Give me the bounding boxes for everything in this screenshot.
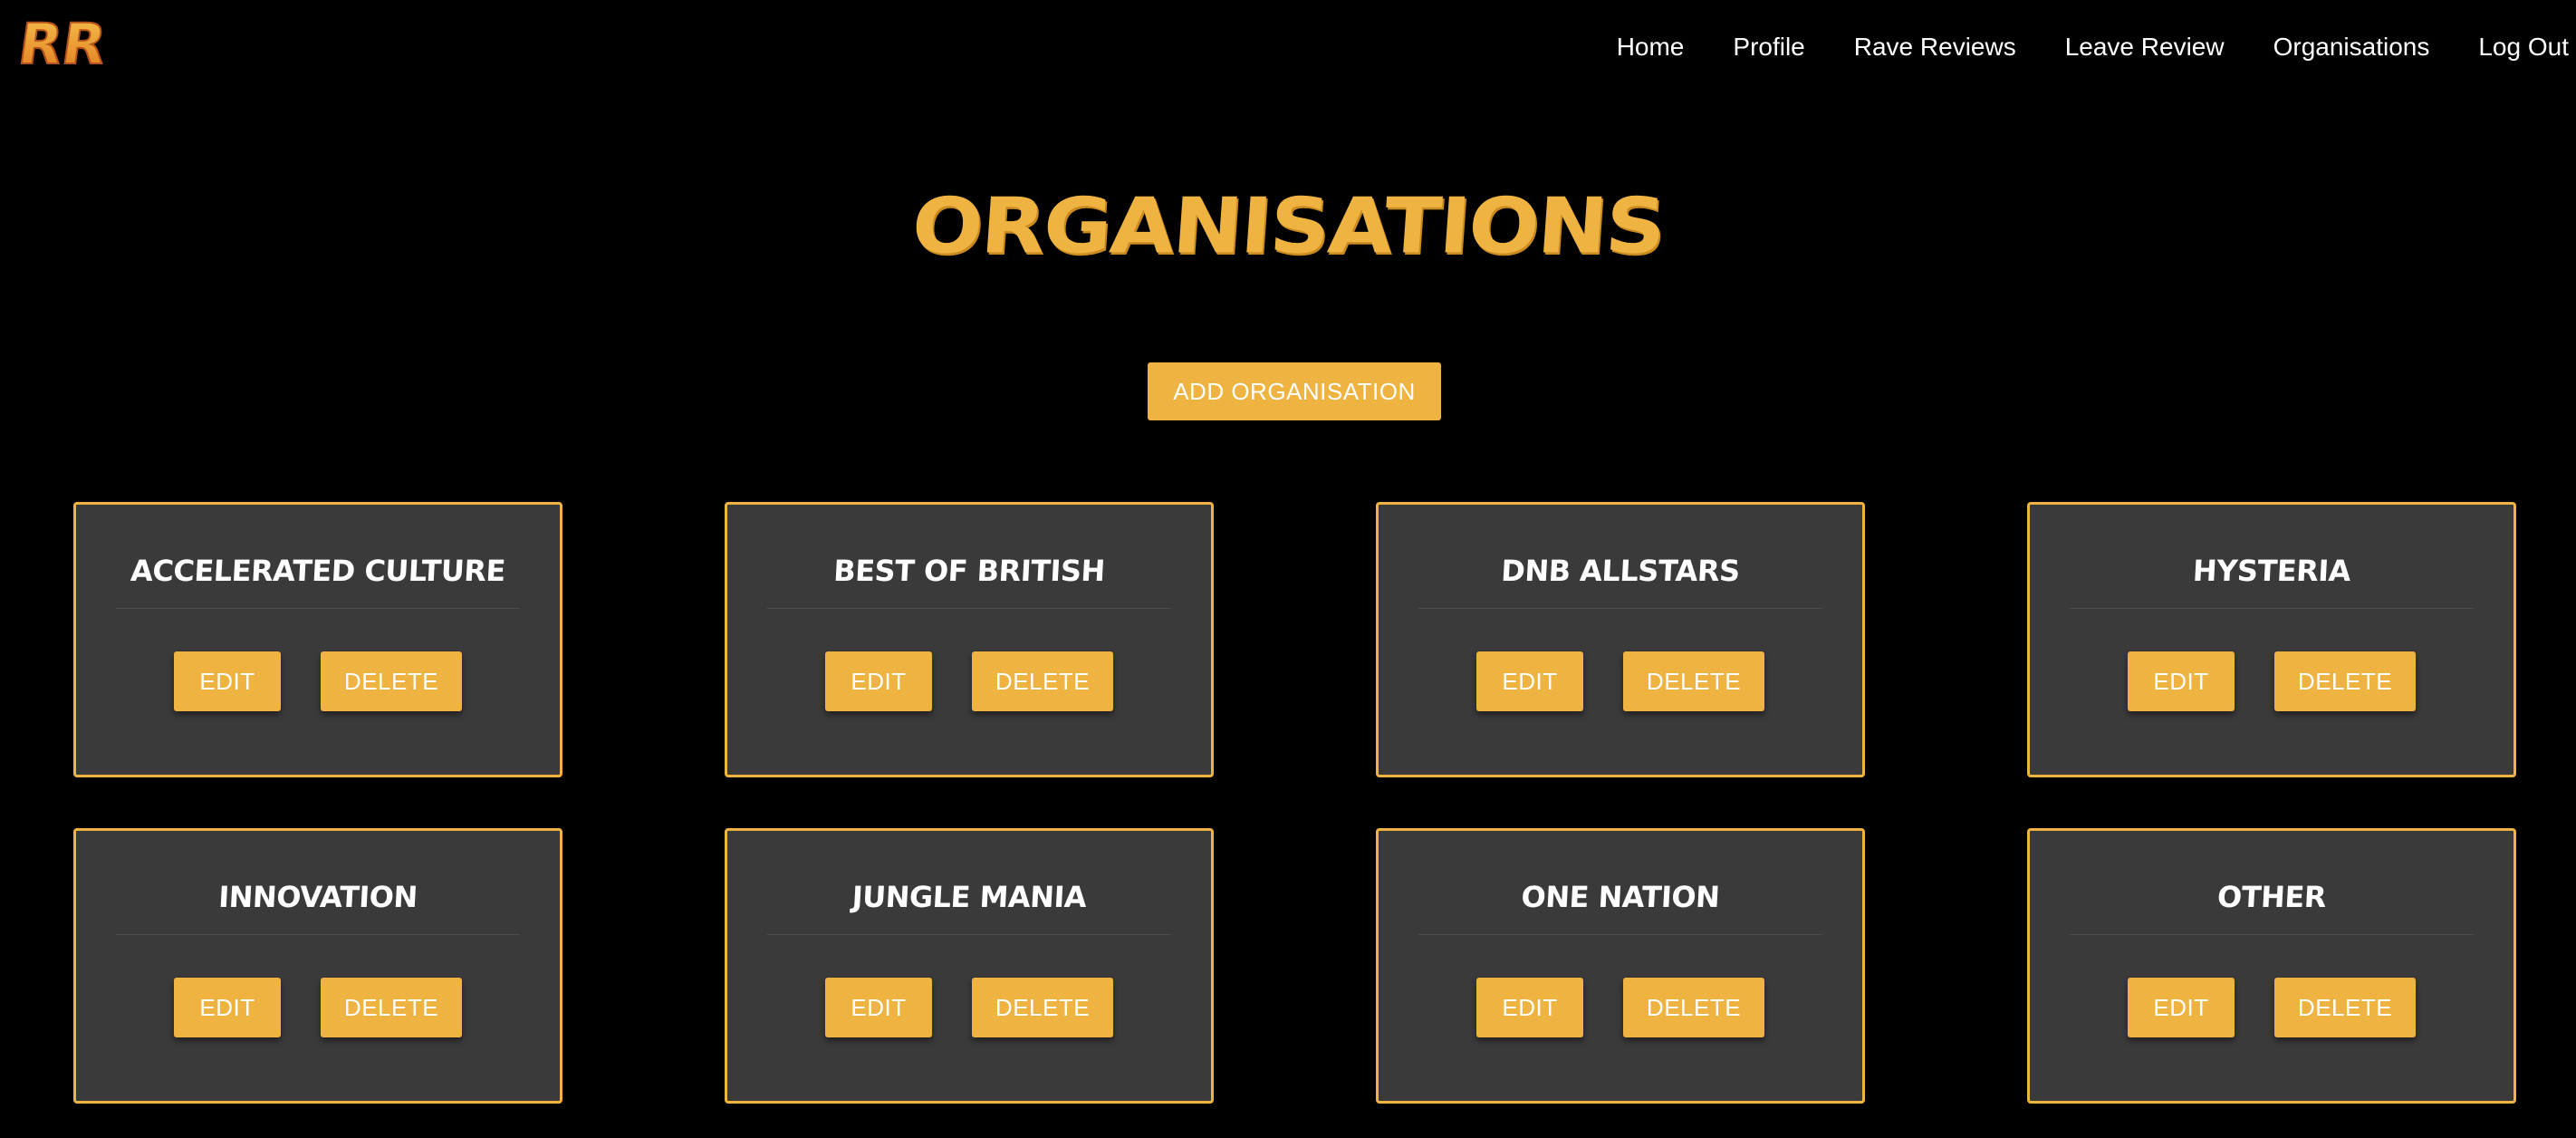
card-actions: EDIT DELETE	[727, 651, 1211, 711]
card-actions: EDIT DELETE	[76, 978, 560, 1037]
card-divider	[2070, 608, 2474, 609]
delete-button[interactable]: DELETE	[1623, 651, 1764, 711]
organisation-name: INNOVATION	[217, 880, 418, 914]
delete-button[interactable]: DELETE	[972, 978, 1113, 1037]
organisation-card: BEST OF BRITISH EDIT DELETE	[725, 502, 1214, 777]
edit-button[interactable]: EDIT	[1476, 651, 1583, 711]
delete-button[interactable]: DELETE	[2274, 651, 2416, 711]
card-divider	[116, 608, 520, 609]
logo-text: RR	[16, 13, 111, 72]
nav-leave-review-link[interactable]: Leave Review	[2041, 27, 2249, 67]
nav-organisations-link[interactable]: Organisations	[2249, 27, 2455, 67]
edit-button[interactable]: EDIT	[174, 651, 281, 711]
organisation-card: JUNGLE MANIA EDIT DELETE	[725, 828, 1214, 1104]
card-divider	[116, 934, 520, 935]
page-title: ORGANISATIONS	[908, 181, 1668, 271]
organisation-name: JUNGLE MANIA	[851, 880, 1088, 914]
page: RR Home Profile Rave Reviews Leave Revie…	[0, 0, 2576, 1138]
card-actions: EDIT DELETE	[1379, 651, 1862, 711]
organisation-card: DNB ALLSTARS EDIT DELETE	[1376, 502, 1865, 777]
add-organisation-button[interactable]: ADD ORGANISATION	[1148, 362, 1441, 420]
organisation-card: HYSTERIA EDIT DELETE	[2027, 502, 2516, 777]
edit-button[interactable]: EDIT	[825, 651, 932, 711]
organisation-name: ONE NATION	[1520, 880, 1721, 914]
logo-link[interactable]: RR	[16, 13, 129, 72]
nav-log-out-link[interactable]: Log Out	[2454, 27, 2569, 67]
organisation-card: ACCELERATED CULTURE EDIT DELETE	[73, 502, 562, 777]
card-divider	[2070, 934, 2474, 935]
organisation-name: BEST OF BRITISH	[832, 554, 1106, 588]
edit-button[interactable]: EDIT	[1476, 978, 1583, 1037]
card-divider	[767, 934, 1171, 935]
card-actions: EDIT DELETE	[1379, 978, 1862, 1037]
card-actions: EDIT DELETE	[2030, 651, 2514, 711]
edit-button[interactable]: EDIT	[2128, 978, 2235, 1037]
card-actions: EDIT DELETE	[727, 978, 1211, 1037]
delete-button[interactable]: DELETE	[972, 651, 1113, 711]
nav-home-link[interactable]: Home	[1592, 27, 1709, 67]
edit-button[interactable]: EDIT	[2128, 651, 2235, 711]
delete-button[interactable]: DELETE	[1623, 978, 1764, 1037]
organisation-card: INNOVATION EDIT DELETE	[73, 828, 562, 1104]
organisation-card: OTHER EDIT DELETE	[2027, 828, 2516, 1104]
card-actions: EDIT DELETE	[2030, 978, 2514, 1037]
edit-button[interactable]: EDIT	[174, 978, 281, 1037]
card-divider	[1418, 608, 1822, 609]
organisation-name: DNB ALLSTARS	[1500, 554, 1741, 588]
organisation-name: HYSTERIA	[2192, 554, 2351, 588]
rr-logo-icon: RR	[16, 13, 111, 72]
organisation-card: ONE NATION EDIT DELETE	[1376, 828, 1865, 1104]
delete-button[interactable]: DELETE	[321, 978, 462, 1037]
delete-button[interactable]: DELETE	[321, 651, 462, 711]
card-divider	[1418, 934, 1822, 935]
organisation-name: OTHER	[2216, 880, 2327, 914]
organisation-name: ACCELERATED CULTURE	[130, 554, 506, 588]
navbar: RR Home Profile Rave Reviews Leave Revie…	[0, 0, 2576, 94]
organisation-grid: ACCELERATED CULTURE EDIT DELETE BEST OF …	[73, 502, 2516, 1104]
card-actions: EDIT DELETE	[76, 651, 560, 711]
nav-links: Home Profile Rave Reviews Leave Review O…	[1592, 27, 2569, 67]
delete-button[interactable]: DELETE	[2274, 978, 2416, 1037]
edit-button[interactable]: EDIT	[825, 978, 932, 1037]
card-divider	[767, 608, 1171, 609]
nav-rave-reviews-link[interactable]: Rave Reviews	[1830, 27, 2041, 67]
nav-profile-link[interactable]: Profile	[1708, 27, 1829, 67]
